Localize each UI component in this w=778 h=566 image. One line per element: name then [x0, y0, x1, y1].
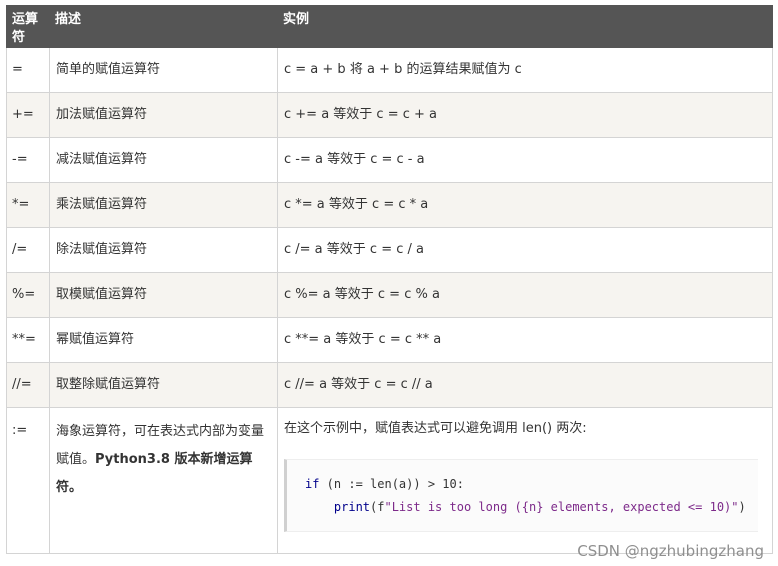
description-cell: 减法赋值运算符 — [49, 137, 278, 183]
description-cell: 取模赋值运算符 — [49, 272, 278, 318]
example-cell: c //= a 等效于 c = c // a — [277, 362, 773, 408]
header-example: 实例 — [277, 5, 773, 48]
table-row: **= 幂赋值运算符 c **= a 等效于 c = c ** a — [6, 317, 773, 363]
operator-cell: += — [6, 92, 50, 138]
csdn-watermark: CSDN @ngzhubingzhang — [577, 542, 764, 560]
operator-cell: %= — [6, 272, 50, 318]
header-operator: 运算符 — [6, 5, 50, 48]
operator-cell: = — [6, 47, 50, 93]
description-cell: 取整除赋值运算符 — [49, 362, 278, 408]
operator-cell: := — [6, 407, 50, 554]
table-row: += 加法赋值运算符 c += a 等效于 c = c + a — [6, 92, 773, 138]
code-line1-rest: (n := len(a)) > 10: — [319, 477, 464, 491]
description-cell: 乘法赋值运算符 — [49, 182, 278, 228]
table-row: //= 取整除赋值运算符 c //= a 等效于 c = c // a — [6, 362, 773, 408]
example-cell: c *= a 等效于 c = c * a — [277, 182, 773, 228]
table-row-walrus: := 海象运算符，可在表达式内部为变量赋值。Python3.8 版本新增运算符。… — [6, 407, 773, 554]
code-close: ) — [738, 500, 746, 514]
example-cell: c = a + b 将 a + b 的运算结果赋值为 c — [277, 47, 773, 93]
operator-cell: -= — [6, 137, 50, 183]
operator-cell: **= — [6, 317, 50, 363]
table-row: /= 除法赋值运算符 c /= a 等效于 c = c / a — [6, 227, 773, 273]
example-cell: c += a 等效于 c = c + a — [277, 92, 773, 138]
code-block: if (n := len(a)) > 10: print(f"List is t… — [284, 459, 758, 532]
example-cell: c -= a 等效于 c = c - a — [277, 137, 773, 183]
code-open: (f — [370, 500, 385, 514]
table-header-row: 运算符 描述 实例 — [6, 5, 773, 48]
description-cell: 海象运算符，可在表达式内部为变量赋值。Python3.8 版本新增运算符。 — [49, 407, 278, 554]
table-row: *= 乘法赋值运算符 c *= a 等效于 c = c * a — [6, 182, 773, 228]
description-cell: 幂赋值运算符 — [49, 317, 278, 363]
example-cell: 在这个示例中，赋值表达式可以避免调用 len() 两次: if (n := le… — [277, 407, 773, 554]
example-cell: c %= a 等效于 c = c % a — [277, 272, 773, 318]
operator-cell: /= — [6, 227, 50, 273]
description-cell: 简单的赋值运算符 — [49, 47, 278, 93]
operator-cell: //= — [6, 362, 50, 408]
assignment-operators-table: 运算符 描述 实例 = 简单的赋值运算符 c = a + b 将 a + b 的… — [6, 5, 773, 554]
table-row: %= 取模赋值运算符 c %= a 等效于 c = c % a — [6, 272, 773, 318]
table-row: -= 减法赋值运算符 c -= a 等效于 c = c - a — [6, 137, 773, 183]
example-cell: c /= a 等效于 c = c / a — [277, 227, 773, 273]
code-string: "List is too long ({n} elements, expecte… — [384, 500, 739, 514]
walrus-example-text: 在这个示例中，赋值表达式可以避免调用 len() 两次: — [284, 421, 587, 436]
header-description: 描述 — [49, 5, 278, 48]
description-cell: 除法赋值运算符 — [49, 227, 278, 273]
example-cell: c **= a 等效于 c = c ** a — [277, 317, 773, 363]
code-keyword: if — [305, 477, 320, 491]
operator-cell: *= — [6, 182, 50, 228]
table-row: = 简单的赋值运算符 c = a + b 将 a + b 的运算结果赋值为 c — [6, 47, 773, 93]
description-cell: 加法赋值运算符 — [49, 92, 278, 138]
walrus-description: 海象运算符，可在表达式内部为变量赋值。Python3.8 版本新增运算符。 — [56, 408, 271, 502]
code-function: print — [333, 500, 371, 514]
